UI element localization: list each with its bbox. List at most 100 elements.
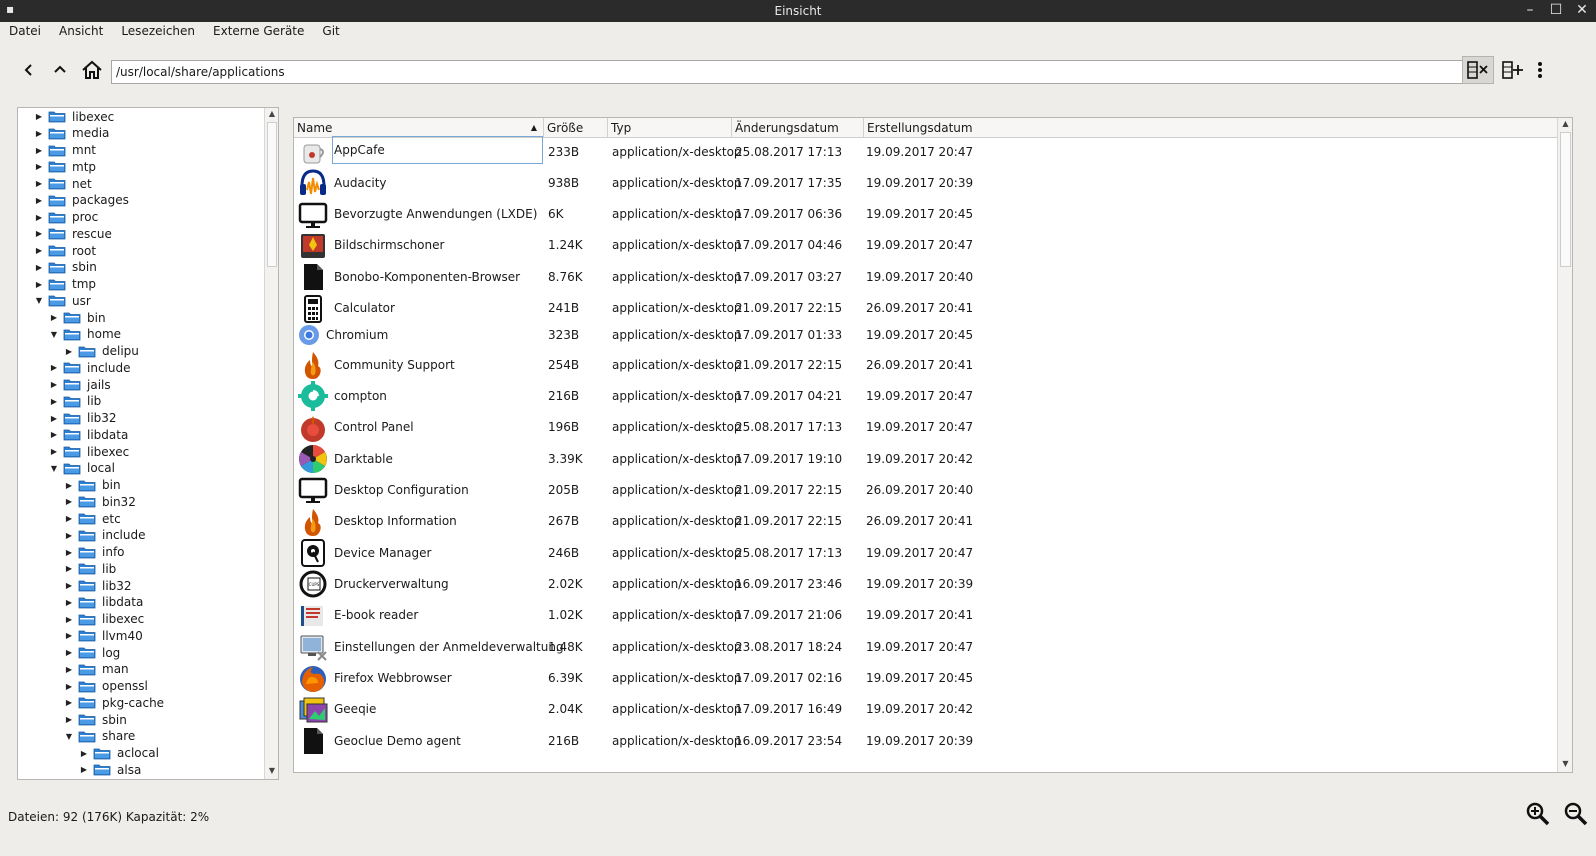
expanded-arrow-icon[interactable]: ▼ bbox=[49, 464, 59, 473]
file-row[interactable]: Geeqie 2.04K application/x-desktop 17.09.20… bbox=[294, 694, 1558, 726]
collapsed-arrow-icon[interactable]: ▶ bbox=[34, 162, 44, 171]
file-list[interactable]: Name ▲ Größe Typ Änderungsdatum Erstellu… bbox=[293, 117, 1573, 773]
collapsed-arrow-icon[interactable]: ▶ bbox=[49, 363, 59, 372]
tree-item[interactable]: ▶ etc bbox=[64, 510, 121, 527]
scroll-down-icon[interactable]: ▼ bbox=[265, 766, 278, 778]
collapsed-arrow-icon[interactable]: ▶ bbox=[64, 715, 74, 724]
tree-item[interactable]: ▶ include bbox=[49, 359, 131, 376]
close-icon[interactable]: ✕ bbox=[1574, 2, 1590, 18]
collapsed-arrow-icon[interactable]: ▶ bbox=[64, 581, 74, 590]
column-size[interactable]: Größe bbox=[544, 118, 608, 138]
expanded-arrow-icon[interactable]: ▼ bbox=[34, 296, 44, 305]
tree-item[interactable]: ▶ sbin bbox=[34, 259, 97, 276]
tree-item[interactable]: ▶ libdata bbox=[49, 426, 128, 443]
file-row[interactable]: Chromium 323B application/x-desktop 17.09.2… bbox=[294, 323, 1558, 347]
tree-item[interactable]: ▶ lib bbox=[49, 393, 101, 410]
tree-item[interactable]: ▶ mnt bbox=[34, 142, 96, 159]
zoom-in-icon[interactable] bbox=[1526, 802, 1552, 828]
tree-item[interactable]: ▶ bin bbox=[49, 309, 106, 326]
file-row[interactable]: E-book reader 1.02K application/x-desktop 1… bbox=[294, 600, 1558, 632]
collapsed-arrow-icon[interactable]: ▶ bbox=[64, 665, 74, 674]
collapsed-arrow-icon[interactable]: ▶ bbox=[34, 263, 44, 272]
tree-item[interactable]: ▶ libexec bbox=[64, 611, 144, 628]
file-row[interactable]: Desktop Configuration 205B application/x-d… bbox=[294, 474, 1558, 506]
tree-item[interactable]: ▶ bin32 bbox=[64, 493, 136, 510]
collapsed-arrow-icon[interactable]: ▶ bbox=[34, 280, 44, 289]
tree-item[interactable]: ▼ share bbox=[64, 728, 135, 745]
menu-lesezeichen[interactable]: Lesezeichen bbox=[112, 22, 204, 42]
file-row[interactable]: Bonobo-Komponenten-Browser 8.76K applicati… bbox=[294, 261, 1558, 293]
column-type[interactable]: Typ bbox=[608, 118, 732, 138]
tree-item[interactable]: ▶ llvm40 bbox=[64, 627, 143, 644]
tree-item[interactable]: ▶ aclocal bbox=[79, 745, 159, 762]
menu-ansicht[interactable]: Ansicht bbox=[50, 22, 112, 42]
tree-item[interactable]: ▶ net bbox=[34, 175, 92, 192]
file-row[interactable]: Einstellungen der Anmeldeverwaltung 1.48K… bbox=[294, 631, 1558, 663]
collapsed-arrow-icon[interactable]: ▶ bbox=[64, 564, 74, 573]
collapsed-arrow-icon[interactable]: ▶ bbox=[34, 129, 44, 138]
tree-item[interactable]: ▶ tmp bbox=[34, 276, 96, 293]
collapsed-arrow-icon[interactable]: ▶ bbox=[64, 531, 74, 540]
menu-externe-geraete[interactable]: Externe Geräte bbox=[204, 22, 313, 42]
tree-item[interactable]: ▶ man bbox=[64, 661, 129, 678]
tree-item[interactable]: ▶ openssl bbox=[64, 678, 148, 695]
close-panel-icon[interactable] bbox=[1462, 56, 1494, 84]
home-icon[interactable] bbox=[79, 56, 105, 84]
tree-item[interactable]: ▶ delipu bbox=[64, 343, 139, 360]
collapsed-arrow-icon[interactable]: ▶ bbox=[64, 682, 74, 691]
tree-item[interactable]: ▶ media bbox=[34, 125, 109, 142]
minimize-icon[interactable]: – bbox=[1522, 2, 1538, 18]
tree-item[interactable]: ▶ libexec bbox=[49, 443, 129, 460]
scroll-thumb[interactable] bbox=[1560, 132, 1571, 267]
column-modified[interactable]: Änderungsdatum bbox=[732, 118, 864, 138]
file-row[interactable]: Firefox Webbrowser 6.39K application/x-des… bbox=[294, 663, 1558, 695]
scroll-down-icon[interactable]: ▼ bbox=[1558, 759, 1572, 771]
back-icon[interactable] bbox=[16, 56, 42, 84]
folder-tree[interactable]: ▶ libexec ▶ media ▶ mnt ▶ mtp ▶ net ▶ packages ▶ proc… bbox=[17, 107, 279, 780]
tree-scrollbar[interactable]: ▲ ▼ bbox=[264, 108, 278, 779]
file-row[interactable]: Community Support 254B application/x-deskt… bbox=[294, 349, 1558, 381]
collapsed-arrow-icon[interactable]: ▶ bbox=[49, 397, 59, 406]
collapsed-arrow-icon[interactable]: ▶ bbox=[64, 347, 74, 356]
tree-item[interactable]: ▶ libexec bbox=[34, 108, 114, 125]
tree-item[interactable]: ▶ root bbox=[34, 242, 96, 259]
collapsed-arrow-icon[interactable]: ▶ bbox=[34, 246, 44, 255]
tree-item[interactable]: ▶ bin bbox=[64, 477, 121, 494]
tree-item[interactable]: ▶ include bbox=[64, 527, 146, 544]
maximize-icon[interactable]: ☐ bbox=[1548, 2, 1564, 18]
more-options-icon[interactable] bbox=[1530, 56, 1550, 84]
collapsed-arrow-icon[interactable]: ▶ bbox=[34, 112, 44, 121]
tree-item[interactable]: ▶ jails bbox=[49, 376, 111, 393]
scroll-up-icon[interactable]: ▲ bbox=[1558, 119, 1572, 131]
expanded-arrow-icon[interactable]: ▼ bbox=[64, 732, 74, 741]
collapsed-arrow-icon[interactable]: ▶ bbox=[49, 414, 59, 423]
collapsed-arrow-icon[interactable]: ▶ bbox=[49, 380, 59, 389]
tree-item[interactable]: ▶ mtp bbox=[34, 158, 96, 175]
tree-item[interactable]: ▶ pkg-cache bbox=[64, 694, 164, 711]
file-row[interactable]: CUPS Druckerverwaltung 2.02K application/x-… bbox=[294, 568, 1558, 600]
zoom-out-icon[interactable] bbox=[1564, 802, 1590, 828]
tree-item[interactable]: ▶ lib32 bbox=[49, 410, 117, 427]
tree-item[interactable]: ▶ packages bbox=[34, 192, 129, 209]
file-row[interactable]: Calculator 241B application/x-desktop 21.09… bbox=[294, 293, 1558, 325]
scroll-up-icon[interactable]: ▲ bbox=[265, 109, 278, 121]
file-row[interactable]: Desktop Information 267B application/x-des… bbox=[294, 506, 1558, 538]
collapsed-arrow-icon[interactable]: ▶ bbox=[49, 447, 59, 456]
column-name[interactable]: Name ▲ bbox=[294, 118, 544, 138]
tree-item[interactable]: ▶ sbin bbox=[64, 711, 127, 728]
file-row[interactable]: Darktable 3.39K application/x-desktop 17.09… bbox=[294, 443, 1558, 475]
collapsed-arrow-icon[interactable]: ▶ bbox=[64, 698, 74, 707]
tree-item[interactable]: ▶ lib32 bbox=[64, 577, 132, 594]
add-panel-icon[interactable] bbox=[1498, 56, 1528, 84]
collapsed-arrow-icon[interactable]: ▶ bbox=[64, 481, 74, 490]
tree-item[interactable]: ▼ home bbox=[49, 326, 121, 343]
file-row[interactable]: AppCafe 233B application/x-desktop 25.08.20… bbox=[294, 136, 1558, 168]
collapsed-arrow-icon[interactable]: ▶ bbox=[34, 146, 44, 155]
collapsed-arrow-icon[interactable]: ▶ bbox=[64, 598, 74, 607]
tree-item[interactable]: ▶ lib bbox=[64, 560, 116, 577]
collapsed-arrow-icon[interactable]: ▶ bbox=[64, 648, 74, 657]
tree-item[interactable]: ▼ usr bbox=[34, 292, 91, 309]
tree-item[interactable]: ▶ info bbox=[64, 544, 125, 561]
path-input[interactable] bbox=[111, 60, 1484, 84]
collapsed-arrow-icon[interactable]: ▶ bbox=[64, 631, 74, 640]
